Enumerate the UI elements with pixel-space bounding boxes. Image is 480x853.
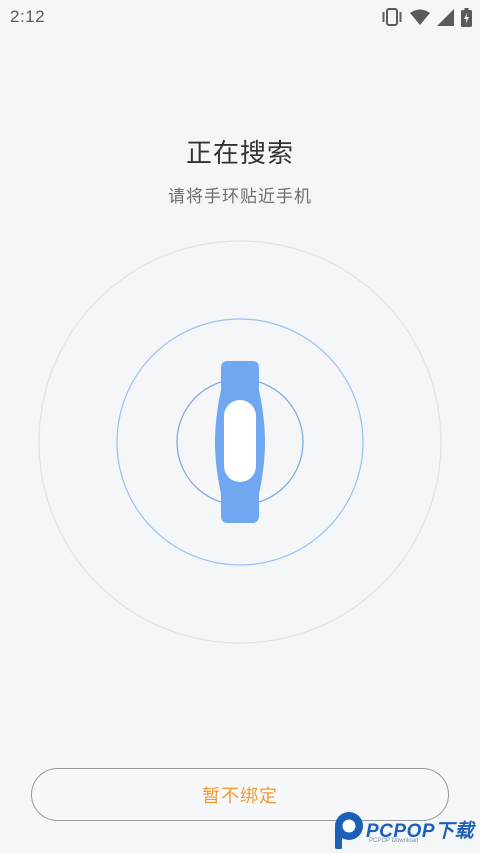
skip-binding-label: 暂不绑定: [202, 785, 278, 807]
page-title: 正在搜索: [185, 139, 294, 169]
watermark: PCPOP下载 PCPOP Download: [332, 808, 480, 853]
signal-icon: [437, 8, 454, 26]
status-time: 2:12: [10, 7, 46, 26]
status-icons: [381, 7, 472, 27]
instruction-text: 请将手环贴近手机: [168, 187, 312, 207]
status-bar: 2:12: [0, 0, 480, 34]
battery-charging-icon: [461, 7, 472, 27]
pcpop-logo-icon: [335, 812, 363, 849]
vibrate-icon: [381, 8, 403, 26]
wifi-icon: [410, 9, 430, 25]
search-radar-illustration: [38, 240, 442, 644]
search-device-screen: 2:12 正在搜索 请将手环贴近手机 暂不绑定 PCPOP下载 PCPOP Do…: [0, 0, 480, 853]
fitness-band-icon: [215, 361, 265, 523]
watermark-subtext: PCPOP Download: [369, 838, 419, 844]
